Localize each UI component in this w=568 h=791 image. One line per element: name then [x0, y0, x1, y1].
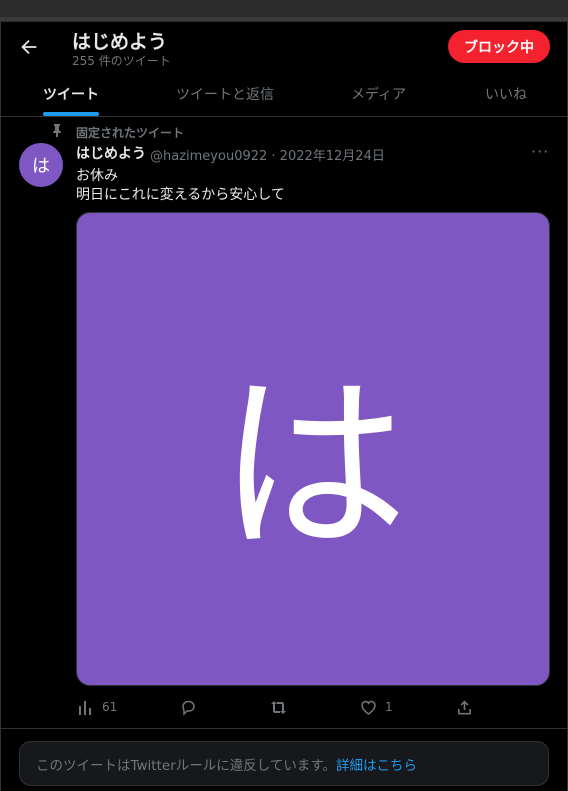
learn-more-link[interactable]: 詳細はこちら: [336, 754, 417, 774]
pinned-tweet-label: 固定されたツイート: [76, 126, 185, 140]
profile-name-title: はじめよう: [72, 31, 168, 53]
views-count: 61: [102, 700, 118, 714]
heart-icon: [361, 700, 376, 715]
tweet-handle-date[interactable]: @hazimeyou0922 · 2022年12月24日: [150, 145, 385, 164]
avatar[interactable]: は: [19, 143, 63, 187]
tweet-text-line-1: お休み: [76, 168, 118, 184]
reply-icon: [182, 700, 195, 716]
active-tab-indicator: [43, 112, 99, 116]
avatar-letter: は: [32, 156, 50, 177]
analytics-icon: [79, 700, 91, 715]
section-divider: [0, 728, 568, 729]
tab-likes[interactable]: いいね: [485, 72, 527, 116]
profile-tabs: ツイート ツイートと返信 メディア いいね: [0, 72, 568, 117]
tab-tweets-replies[interactable]: ツイートと返信: [176, 72, 274, 116]
views-button[interactable]: 61: [77, 698, 117, 716]
retweet-icon: [271, 700, 286, 714]
media-image-glyph: は: [217, 355, 408, 577]
arrow-left-icon: [21, 39, 37, 55]
more-options-icon[interactable]: ···: [531, 142, 549, 161]
tab-tweets[interactable]: ツイート: [43, 72, 99, 116]
tweet-media-image[interactable]: は: [76, 212, 550, 686]
share-button[interactable]: [456, 698, 473, 716]
pin-icon: [53, 124, 61, 137]
window-top-border: [0, 17, 568, 21]
reply-button[interactable]: [180, 698, 197, 716]
tweet-text-line-2: 明日にこれに変えるから安心して: [76, 187, 285, 203]
back-button[interactable]: [18, 36, 40, 58]
likes-count: 1: [385, 700, 393, 714]
share-icon: [458, 700, 471, 714]
rule-violation-notice: このツイートはTwitterルールに違反しています。 詳細はこちら: [19, 741, 549, 786]
notice-text: このツイートはTwitterルールに違反しています。: [36, 757, 336, 774]
tweet-author-name[interactable]: はじめよう: [76, 143, 146, 163]
tab-media[interactable]: メディア: [351, 72, 406, 116]
like-button[interactable]: 1: [360, 698, 393, 716]
blocked-button[interactable]: ブロック中: [448, 30, 550, 63]
retweet-button[interactable]: [270, 698, 287, 716]
tweet-count: 255 件のツイート: [72, 54, 171, 68]
